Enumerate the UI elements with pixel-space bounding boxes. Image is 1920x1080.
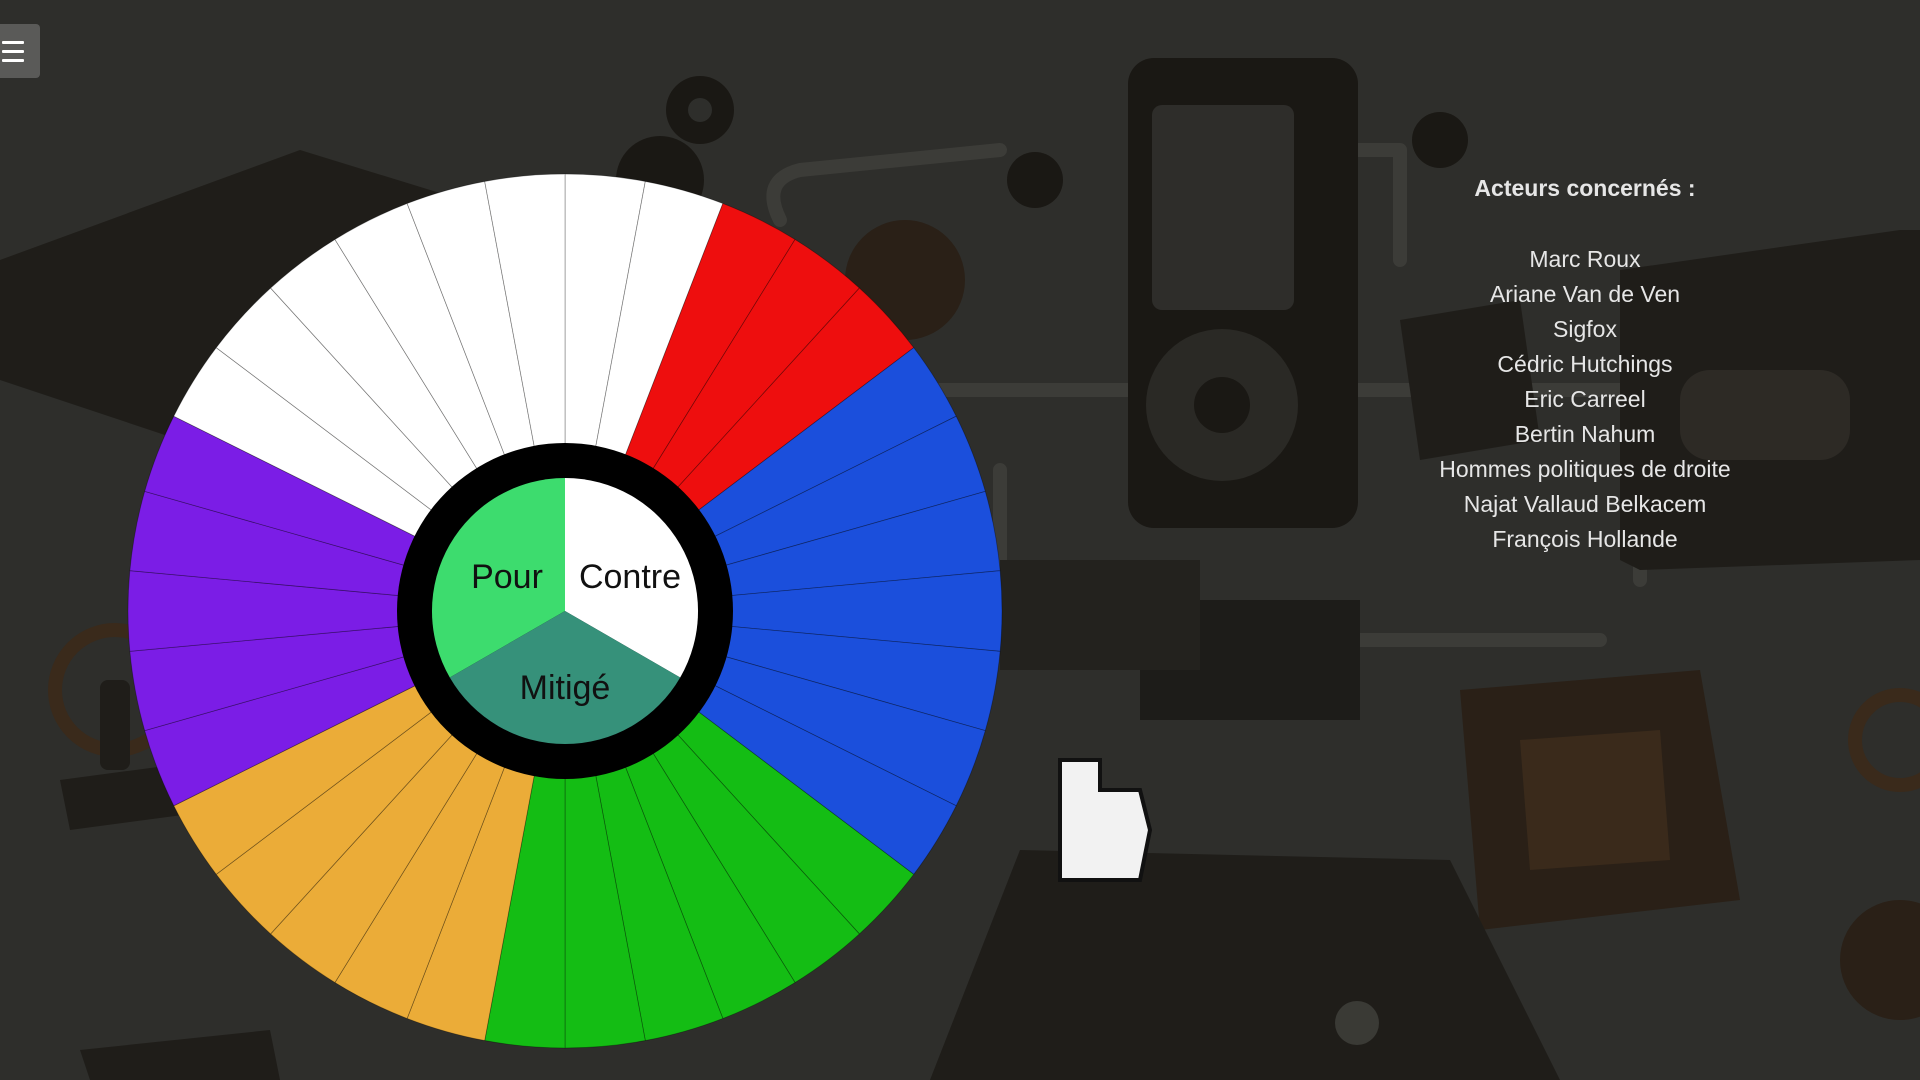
hamburger-menu-icon[interactable] bbox=[0, 24, 40, 78]
actors-title: Acteurs concernés : bbox=[1474, 175, 1696, 201]
actor-item[interactable]: François Hollande bbox=[1390, 522, 1780, 557]
menu-line bbox=[2, 40, 24, 44]
actor-item[interactable]: Sigfox bbox=[1390, 312, 1780, 347]
actor-item[interactable]: Eric Carreel bbox=[1390, 382, 1780, 417]
pour-label: Pour bbox=[471, 558, 543, 596]
actors-list: Marc Roux Ariane Van de Ven Sigfox Cédric H… bbox=[1390, 242, 1780, 557]
actor-item[interactable]: Cédric Hutchings bbox=[1390, 347, 1780, 382]
contre-label: Contre bbox=[579, 558, 681, 596]
actor-item[interactable]: Najat Vallaud Belkacem bbox=[1390, 487, 1780, 522]
opinion-wheel: Pour Contre Mitigé bbox=[127, 173, 1003, 1049]
menu-line bbox=[2, 49, 24, 53]
menu-line bbox=[2, 58, 24, 62]
actor-item[interactable]: Marc Roux bbox=[1390, 242, 1780, 277]
mitige-label: Mitigé bbox=[520, 669, 611, 707]
actor-item[interactable]: Bertin Nahum bbox=[1390, 417, 1780, 452]
actors-panel: Acteurs concernés : Marc Roux Ariane Van … bbox=[1390, 175, 1780, 557]
actor-item[interactable]: Hommes politiques de droite bbox=[1390, 452, 1780, 487]
actor-item[interactable]: Ariane Van de Ven bbox=[1390, 277, 1780, 312]
